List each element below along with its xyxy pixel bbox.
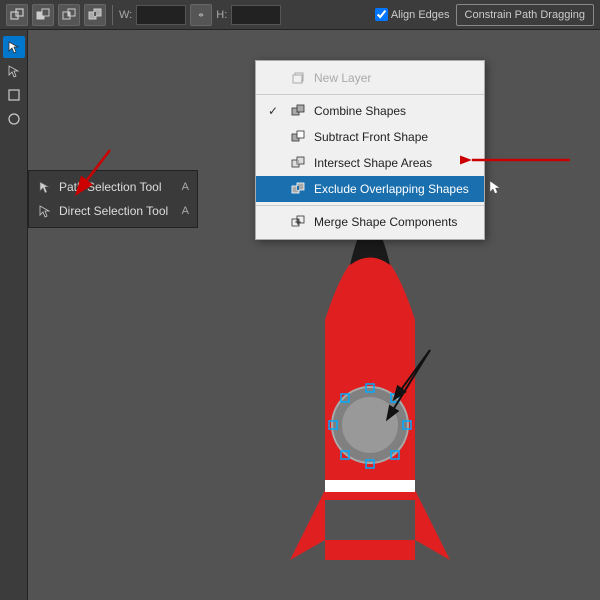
selection-tool-icon[interactable] bbox=[3, 36, 25, 58]
w-input[interactable] bbox=[136, 5, 186, 25]
menu-separator-2 bbox=[256, 205, 484, 206]
toolbar-left-group: W: H: bbox=[6, 4, 281, 26]
h-input[interactable] bbox=[231, 5, 281, 25]
menu-item-new-layer[interactable]: New Layer bbox=[256, 65, 484, 91]
intersect-areas-icon bbox=[290, 155, 306, 171]
align-edges-text: Align Edges bbox=[391, 9, 450, 21]
menu-label-exclude-overlapping: Exclude Overlapping Shapes bbox=[314, 182, 469, 196]
new-layer-icon bbox=[290, 70, 306, 86]
toolbar-right-group: Align Edges Constrain Path Dragging bbox=[375, 4, 594, 26]
toolbar-sep-1 bbox=[112, 5, 113, 25]
toolbar-shape-exclude[interactable] bbox=[84, 4, 106, 26]
exclude-overlapping-icon bbox=[290, 181, 306, 197]
left-tool-panel bbox=[0, 30, 28, 600]
menu-item-intersect-areas[interactable]: Intersect Shape Areas bbox=[256, 150, 484, 176]
toolbar: W: H: Align Edges Constrain Path Draggin… bbox=[0, 0, 600, 30]
cursor-on-menu bbox=[488, 180, 502, 194]
align-edges-label[interactable]: Align Edges bbox=[375, 8, 450, 21]
menu-label-subtract-front: Subtract Front Shape bbox=[314, 130, 428, 144]
combine-shapes-icon bbox=[290, 103, 306, 119]
align-edges-checkbox[interactable] bbox=[375, 8, 388, 21]
link-icon[interactable] bbox=[190, 4, 212, 26]
direct-selection-tool-icon[interactable] bbox=[3, 60, 25, 82]
direct-selection-tool-item[interactable]: Direct Selection Tool A bbox=[29, 199, 197, 223]
menu-label-merge-components: Merge Shape Components bbox=[314, 215, 457, 229]
toolbar-shape-intersect[interactable] bbox=[58, 4, 80, 26]
path-selection-shortcut: A bbox=[182, 181, 189, 193]
tool-flyout-panel: Path Selection Tool A Direct Selection T… bbox=[28, 170, 198, 228]
menu-check-combine: ✓ bbox=[268, 104, 282, 118]
toolbar-shape-combine[interactable] bbox=[6, 4, 28, 26]
h-label: H: bbox=[216, 9, 227, 21]
direct-selection-label: Direct Selection Tool bbox=[59, 204, 168, 218]
shape-tool-icon[interactable] bbox=[3, 84, 25, 106]
path-selection-icon bbox=[37, 179, 53, 195]
path-selection-tool-item[interactable]: Path Selection Tool A bbox=[29, 175, 197, 199]
direct-selection-shortcut: A bbox=[182, 205, 189, 217]
canvas-area: Path Selection Tool A Direct Selection T… bbox=[0, 30, 600, 600]
menu-item-merge-components[interactable]: Merge Shape Components bbox=[256, 209, 484, 235]
menu-item-subtract-front[interactable]: Subtract Front Shape bbox=[256, 124, 484, 150]
menu-item-combine-shapes[interactable]: ✓ Combine Shapes bbox=[256, 98, 484, 124]
subtract-front-icon bbox=[290, 129, 306, 145]
merge-components-icon bbox=[290, 214, 306, 230]
constrain-path-button[interactable]: Constrain Path Dragging bbox=[456, 4, 594, 26]
menu-label-intersect-areas: Intersect Shape Areas bbox=[314, 156, 432, 170]
path-selection-label: Path Selection Tool bbox=[59, 180, 162, 194]
direct-selection-icon bbox=[37, 203, 53, 219]
w-label: W: bbox=[119, 9, 132, 21]
toolbar-shape-subtract[interactable] bbox=[32, 4, 54, 26]
menu-item-exclude-overlapping[interactable]: Exclude Overlapping Shapes bbox=[256, 176, 484, 202]
menu-label-combine-shapes: Combine Shapes bbox=[314, 104, 406, 118]
ellipse-tool-icon[interactable] bbox=[3, 108, 25, 130]
dropdown-menu: New Layer ✓ Combine Shapes Subtr bbox=[255, 60, 485, 240]
menu-label-new-layer: New Layer bbox=[314, 71, 371, 85]
menu-separator-1 bbox=[256, 94, 484, 95]
